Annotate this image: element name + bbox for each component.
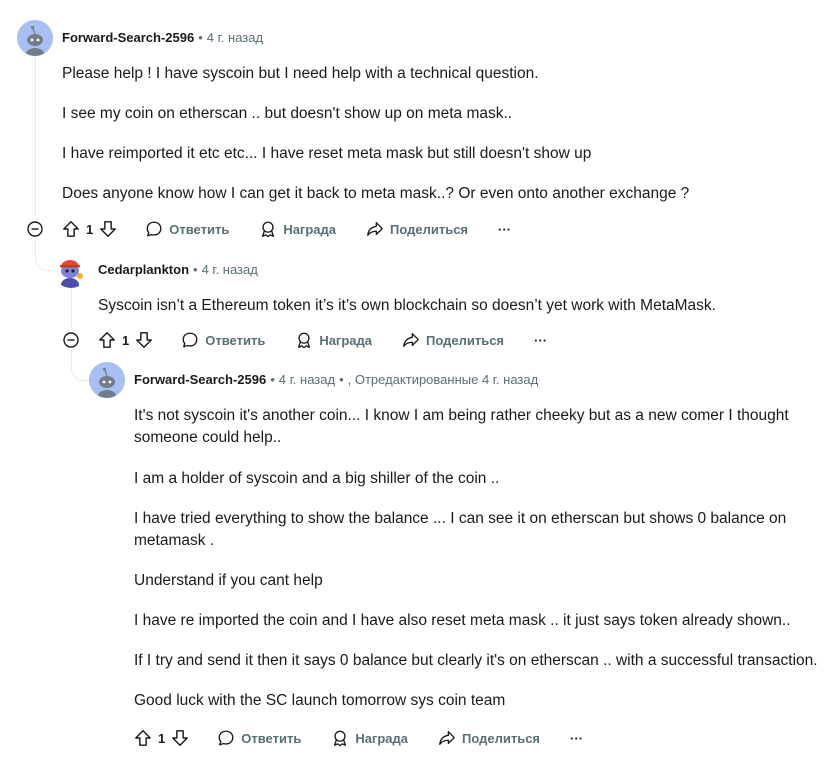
thread-line-root	[35, 56, 36, 216]
award-icon	[298, 332, 311, 349]
arrow-down-icon[interactable]	[99, 220, 117, 238]
vote-count: 1	[122, 332, 130, 348]
comment-paragraph: If I try and send it then it says 0 bala…	[134, 652, 818, 669]
share-label: Поделиться	[390, 221, 469, 237]
share-arrow-icon	[403, 333, 419, 347]
comment-paragraph: I have re imported the coin and I have a…	[134, 612, 791, 629]
share-button[interactable]: Поделиться	[366, 220, 468, 238]
reply-button[interactable]: Ответить	[145, 220, 229, 238]
arrow-down-icon[interactable]	[171, 729, 189, 747]
thread-line-level2	[71, 288, 72, 328]
speech-bubble-icon	[182, 332, 198, 348]
meta-dot: •	[270, 372, 275, 387]
arrow-up-icon[interactable]	[62, 220, 80, 238]
thread-connector	[35, 240, 54, 271]
award-icon	[262, 221, 275, 238]
share-button[interactable]: Поделиться	[438, 729, 540, 747]
award-icon	[334, 730, 347, 747]
comment-paragraph: It's not syscoin it's another coin... I …	[134, 407, 789, 446]
thread-connector	[71, 350, 90, 381]
reply-label: Ответить	[169, 221, 230, 237]
award-label: Награда	[355, 730, 408, 746]
comment-time: 4 г. назад	[201, 262, 258, 277]
vote-count: 1	[158, 730, 166, 746]
comment-body: Syscoin isn’t a Ethereum token it’s it’s…	[98, 295, 828, 317]
award-button[interactable]: Награда	[331, 729, 408, 747]
meta-dot: •	[198, 30, 203, 45]
comment-paragraph: Does anyone know how I can get it back t…	[62, 185, 690, 202]
reply-button[interactable]: Ответить	[181, 331, 265, 349]
share-button[interactable]: Поделиться	[402, 331, 504, 349]
share-label: Поделиться	[426, 332, 505, 348]
avatar[interactable]	[89, 362, 125, 398]
arrow-down-icon[interactable]	[135, 331, 153, 349]
comment-actions: 1 Ответить Награда Поделиться ···	[134, 725, 583, 751]
reply-label: Ответить	[205, 332, 266, 348]
comment-paragraph: Understand if you cant help	[134, 572, 323, 589]
snoo-avatar-icon	[17, 20, 53, 56]
award-label: Награда	[283, 221, 336, 237]
comment-paragraph: I have reimported it etc etc... I have r…	[62, 145, 592, 162]
more-options-button[interactable]: ···	[570, 731, 583, 746]
award-button[interactable]: Награда	[295, 331, 372, 349]
comment-body: It's not syscoin it's another coin... I …	[134, 405, 834, 712]
arrow-up-icon[interactable]	[134, 729, 152, 747]
comment-paragraph: I see my coin on etherscan .. but doesn'…	[62, 105, 513, 122]
speech-bubble-icon	[218, 730, 234, 746]
comment-author[interactable]: Forward-Search-2596	[62, 30, 194, 45]
comment-actions: 1 Ответить Награда Поделиться ···	[98, 327, 547, 353]
snoo-avatar-icon	[53, 252, 89, 288]
award-button[interactable]: Награда	[259, 220, 336, 238]
avatar[interactable]	[53, 252, 89, 288]
snoo-avatar-icon	[89, 362, 125, 398]
speech-bubble-icon	[146, 221, 162, 237]
comment-author[interactable]: Forward-Search-2596	[134, 372, 266, 387]
arrow-up-icon[interactable]	[98, 331, 116, 349]
minus-circle-icon[interactable]	[63, 332, 79, 348]
share-label: Поделиться	[462, 730, 541, 746]
minus-circle-icon[interactable]	[27, 221, 43, 237]
comment-time: 4 г. назад	[278, 372, 336, 387]
comment-body: Please help ! I have syscoin but I need …	[62, 63, 822, 205]
comment-meta: Forward-Search-2596 • 4 г. назад	[62, 30, 263, 46]
comment-time: 4 г. назад	[206, 30, 264, 45]
share-arrow-icon	[367, 222, 383, 236]
comment-paragraph: I have tried everything to show the bala…	[134, 510, 787, 549]
award-label: Награда	[319, 332, 372, 348]
reply-label: Ответить	[241, 730, 302, 746]
reply-button[interactable]: Ответить	[217, 729, 301, 747]
more-options-button[interactable]: ···	[534, 333, 547, 348]
meta-dot: •	[193, 262, 198, 277]
comment-paragraph: Please help ! I have syscoin but I need …	[62, 65, 539, 82]
more-options-button[interactable]: ···	[498, 222, 511, 237]
avatar[interactable]	[17, 20, 53, 56]
comment-meta: Cedarplankton • 4 г. назад	[98, 262, 258, 278]
comment-author[interactable]: Cedarplankton	[98, 262, 189, 277]
comment-actions: 1 Ответить Награда Поделиться ···	[62, 216, 511, 242]
comment-paragraph: Good luck with the SC launch tomorrow sy…	[134, 692, 506, 709]
comment-paragraph: I am a holder of syscoin and a big shill…	[134, 470, 500, 487]
share-arrow-icon	[439, 731, 455, 745]
comment-meta: Forward-Search-2596 • 4 г. назад •, Отредак…	[134, 372, 538, 388]
comment-paragraph: Syscoin isn’t a Ethereum token it’s it’s…	[98, 297, 716, 314]
vote-count: 1	[86, 221, 94, 237]
comment-edited: , Отредактированные 4 г. назад	[347, 372, 539, 387]
meta-dot: •	[339, 372, 344, 387]
